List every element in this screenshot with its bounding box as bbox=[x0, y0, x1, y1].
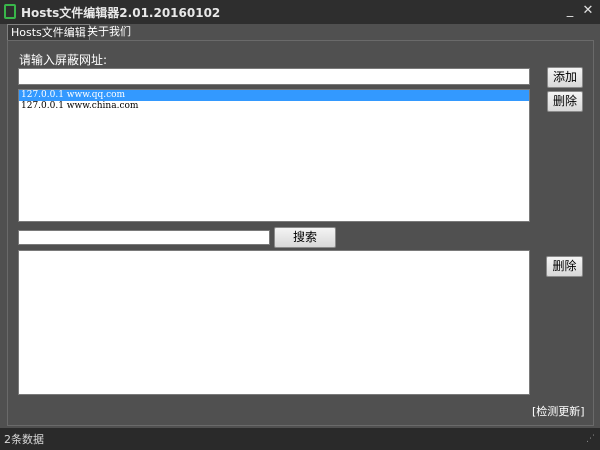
search-results-list[interactable] bbox=[18, 250, 530, 395]
app-logo-icon bbox=[4, 4, 16, 19]
add-button[interactable]: 添加 bbox=[547, 67, 583, 88]
list-item[interactable]: 127.0.0.1 www.china.com bbox=[19, 101, 529, 112]
tab-hosts-editor[interactable]: Hosts文件编辑 bbox=[7, 24, 90, 41]
minimize-button[interactable]: _ bbox=[562, 3, 578, 19]
record-count: 2条数据 bbox=[4, 433, 44, 446]
block-url-label: 请输入屏蔽网址: bbox=[19, 53, 108, 67]
blocked-hosts-list[interactable]: 127.0.0.1 www.qq.com 127.0.0.1 www.china… bbox=[18, 89, 530, 222]
title-bar: Hosts文件编辑器2.01.20160102 _ ✕ bbox=[0, 0, 600, 24]
window-title: Hosts文件编辑器2.01.20160102 bbox=[21, 6, 221, 20]
search-input[interactable] bbox=[18, 230, 270, 245]
status-bar: 2条数据 ⋰ bbox=[0, 428, 600, 450]
tab-about-us[interactable]: 关于我们 bbox=[84, 24, 134, 40]
check-update-link[interactable]: [检测更新] bbox=[532, 403, 585, 419]
list-item[interactable]: 127.0.0.1 www.qq.com bbox=[19, 90, 529, 101]
close-button[interactable]: ✕ bbox=[580, 3, 596, 19]
search-button[interactable]: 搜索 bbox=[274, 227, 336, 248]
resize-grip-icon[interactable]: ⋰ bbox=[586, 434, 596, 444]
delete-result-button[interactable]: 删除 bbox=[546, 256, 583, 277]
delete-entry-button[interactable]: 删除 bbox=[547, 91, 583, 112]
block-url-input[interactable] bbox=[18, 68, 530, 85]
